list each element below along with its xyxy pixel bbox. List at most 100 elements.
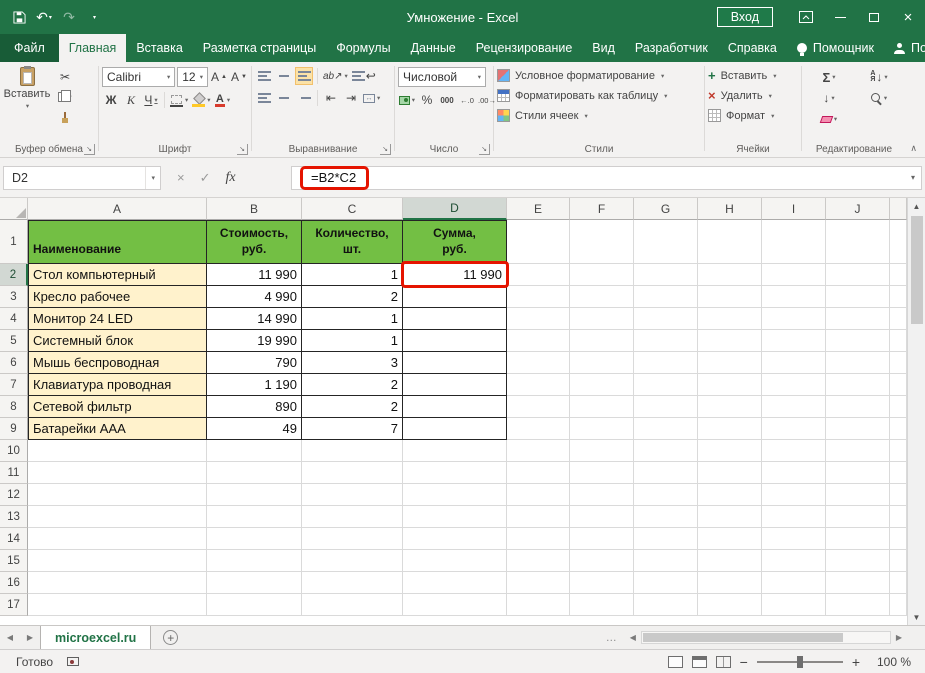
cell-C8[interactable]: 2	[302, 396, 403, 418]
cell-D14[interactable]	[403, 528, 507, 550]
cell-A17[interactable]	[28, 594, 207, 616]
dialog-launcher-icon[interactable]: ↘	[84, 144, 95, 155]
cell-I16[interactable]	[762, 572, 826, 594]
cell-A12[interactable]	[28, 484, 207, 506]
cell-H1[interactable]	[698, 220, 762, 264]
cell-A2[interactable]: Стол компьютерный	[28, 264, 207, 286]
cell-I5[interactable]	[762, 330, 826, 352]
cell-H11[interactable]	[698, 462, 762, 484]
cell-B1[interactable]: Стоимость, руб.	[207, 220, 302, 264]
conditional-formatting-button[interactable]: Условное форматирование▾	[497, 67, 701, 84]
cell-G2[interactable]	[634, 264, 698, 286]
font-color-icon[interactable]: А▾	[214, 91, 232, 109]
cell-F2[interactable]	[570, 264, 634, 286]
cell-A13[interactable]	[28, 506, 207, 528]
cell-G5[interactable]	[634, 330, 698, 352]
grow-font-icon[interactable]: А▲	[210, 68, 228, 86]
tab-file[interactable]: Файл	[0, 34, 59, 62]
cell-E6[interactable]	[507, 352, 570, 374]
cell-I8[interactable]	[762, 396, 826, 418]
cell-C4[interactable]: 1	[302, 308, 403, 330]
cell-D11[interactable]	[403, 462, 507, 484]
cell-B16[interactable]	[207, 572, 302, 594]
hscroll-thumb[interactable]	[643, 633, 843, 642]
cell-F6[interactable]	[570, 352, 634, 374]
cell-E16[interactable]	[507, 572, 570, 594]
tab-вид[interactable]: Вид	[582, 34, 625, 62]
cell-C3[interactable]: 2	[302, 286, 403, 308]
column-header-D[interactable]: D	[403, 198, 507, 220]
cell-B17[interactable]	[207, 594, 302, 616]
tab-формулы[interactable]: Формулы	[326, 34, 400, 62]
cell-D13[interactable]	[403, 506, 507, 528]
cell-I6[interactable]	[762, 352, 826, 374]
cell-B9[interactable]: 49	[207, 418, 302, 440]
paste-button[interactable]: Вставить ▾	[3, 64, 51, 126]
row-header-13[interactable]: 13	[0, 506, 28, 528]
cell-I15[interactable]	[762, 550, 826, 572]
cell-C5[interactable]: 1	[302, 330, 403, 352]
cell-A1[interactable]: Наименование	[28, 220, 207, 264]
copy-icon[interactable]: ▾	[56, 88, 74, 106]
cell-E7[interactable]	[507, 374, 570, 396]
tab-разметка-страницы[interactable]: Разметка страницы	[193, 34, 326, 62]
cell-J6[interactable]	[826, 352, 890, 374]
font-size-select[interactable]: 12▾	[177, 67, 208, 87]
cell-B13[interactable]	[207, 506, 302, 528]
hscroll-track[interactable]	[641, 631, 891, 644]
sheet-nav-right-icon[interactable]: ▶	[20, 626, 40, 649]
row-header-2[interactable]: 2	[0, 264, 28, 286]
cell-A14[interactable]	[28, 528, 207, 550]
sign-in-button[interactable]: Вход	[717, 7, 773, 27]
number-format-select[interactable]: Числовой▾	[398, 67, 486, 87]
cell-G14[interactable]	[634, 528, 698, 550]
enter-icon[interactable]: ✓	[200, 170, 211, 186]
row-header-9[interactable]: 9	[0, 418, 28, 440]
cell-G4[interactable]	[634, 308, 698, 330]
vscroll-thumb[interactable]	[911, 216, 923, 324]
cell-I11[interactable]	[762, 462, 826, 484]
cell-J1[interactable]	[826, 220, 890, 264]
tab-разработчик[interactable]: Разработчик	[625, 34, 718, 62]
cell-H6[interactable]	[698, 352, 762, 374]
column-header-J[interactable]: J	[826, 198, 890, 220]
hscroll-right-icon[interactable]: ▶	[893, 633, 905, 642]
cell-C6[interactable]: 3	[302, 352, 403, 374]
row-header-17[interactable]: 17	[0, 594, 28, 616]
cell-G3[interactable]	[634, 286, 698, 308]
borders-icon[interactable]: ▾	[169, 91, 189, 109]
maximize-button[interactable]	[857, 0, 891, 34]
align-bottom-icon[interactable]	[295, 67, 313, 85]
merge-center-icon[interactable]: ↔▾	[362, 89, 381, 107]
cell-F10[interactable]	[570, 440, 634, 462]
column-header-G[interactable]: G	[634, 198, 698, 220]
cell-B10[interactable]	[207, 440, 302, 462]
cell-J13[interactable]	[826, 506, 890, 528]
cell-E11[interactable]	[507, 462, 570, 484]
align-center-icon[interactable]	[275, 89, 293, 107]
cell-A11[interactable]	[28, 462, 207, 484]
font-family-select[interactable]: Calibri▾	[102, 67, 175, 87]
cell-A3[interactable]: Кресло рабочее	[28, 286, 207, 308]
vertical-scrollbar[interactable]: ▲ ▼	[907, 198, 925, 625]
format-as-table-button[interactable]: Форматировать как таблицу▾	[497, 87, 701, 104]
cell-F4[interactable]	[570, 308, 634, 330]
cell-B6[interactable]: 790	[207, 352, 302, 374]
row-header-4[interactable]: 4	[0, 308, 28, 330]
bold-button[interactable]: Ж	[102, 91, 120, 109]
cell-D16[interactable]	[403, 572, 507, 594]
cell-E12[interactable]	[507, 484, 570, 506]
tell-me-button[interactable]: Помощник	[787, 41, 884, 55]
cell-E5[interactable]	[507, 330, 570, 352]
cell-D1[interactable]: Сумма, руб.	[403, 220, 507, 264]
row-header-14[interactable]: 14	[0, 528, 28, 550]
cell-A9[interactable]: Батарейки AAA	[28, 418, 207, 440]
row-header-8[interactable]: 8	[0, 396, 28, 418]
cell-C14[interactable]	[302, 528, 403, 550]
cell-G16[interactable]	[634, 572, 698, 594]
zoom-in-icon[interactable]: +	[852, 654, 860, 670]
zoom-level[interactable]: 100 %	[869, 655, 911, 669]
underline-button[interactable]: Ч▾	[142, 91, 160, 109]
autosum-icon[interactable]: Σ▾	[805, 68, 853, 86]
cell-F14[interactable]	[570, 528, 634, 550]
